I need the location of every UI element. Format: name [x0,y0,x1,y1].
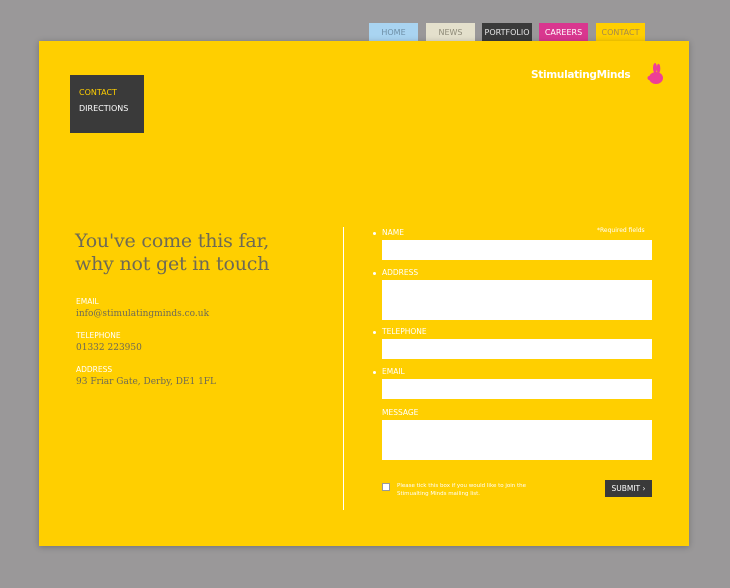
nav-tab-home[interactable]: HOME [369,23,418,41]
page-headline: You've come this far, why not get in tou… [75,230,335,276]
nav-tab-contact[interactable]: CONTACT [596,23,645,41]
message-field-label: MESSAGE [382,408,419,417]
submit-button[interactable]: SUBMIT › [605,480,652,497]
required-bullet [373,232,376,235]
name-field[interactable] [382,240,652,260]
message-field[interactable] [382,420,652,460]
required-bullet [373,331,376,334]
email-link[interactable]: info@stimulatingminds.co.uk [76,309,209,319]
logo-text: StimulatingMinds [531,69,631,81]
telephone-label: TELEPHONE [76,331,121,340]
nav-tab-news[interactable]: NEWS [426,23,475,41]
required-bullet [373,371,376,374]
email-field-label: EMAIL [382,367,405,376]
mailing-list-checkbox[interactable] [382,483,390,491]
submenu-item-contact[interactable]: CONTACT [79,85,144,101]
headline-line-2: why not get in touch [75,253,270,275]
headline-line-1: You've come this far, [75,230,270,252]
email-field[interactable] [382,379,652,399]
mailing-list-text: Please tick this box if you would like t… [397,483,527,497]
name-label: NAME [382,228,404,237]
nav-tab-portfolio[interactable]: PORTFOLIO [482,23,532,41]
email-label: EMAIL [76,297,99,306]
telephone-value: 01332 223950 [76,343,142,353]
logo[interactable]: StimulatingMinds [531,63,665,87]
required-fields-note: *Required fields [597,227,645,234]
telephone-field-label: TELEPHONE [382,327,427,336]
address-label: ADDRESS [76,365,113,374]
rabbit-icon [647,63,663,84]
required-bullet [373,272,376,275]
telephone-field[interactable] [382,339,652,359]
address-field[interactable] [382,280,652,320]
nav-tab-careers[interactable]: CAREERS [539,23,588,41]
address-value: 93 Friar Gate, Derby, DE1 1FL [76,377,217,387]
address-field-label: ADDRESS [382,268,419,277]
column-divider [343,227,344,510]
submenu: CONTACT DIRECTIONS [70,75,144,133]
submenu-item-directions[interactable]: DIRECTIONS [79,101,144,117]
content-panel: CONTACT DIRECTIONS StimulatingMinds You'… [39,41,689,546]
